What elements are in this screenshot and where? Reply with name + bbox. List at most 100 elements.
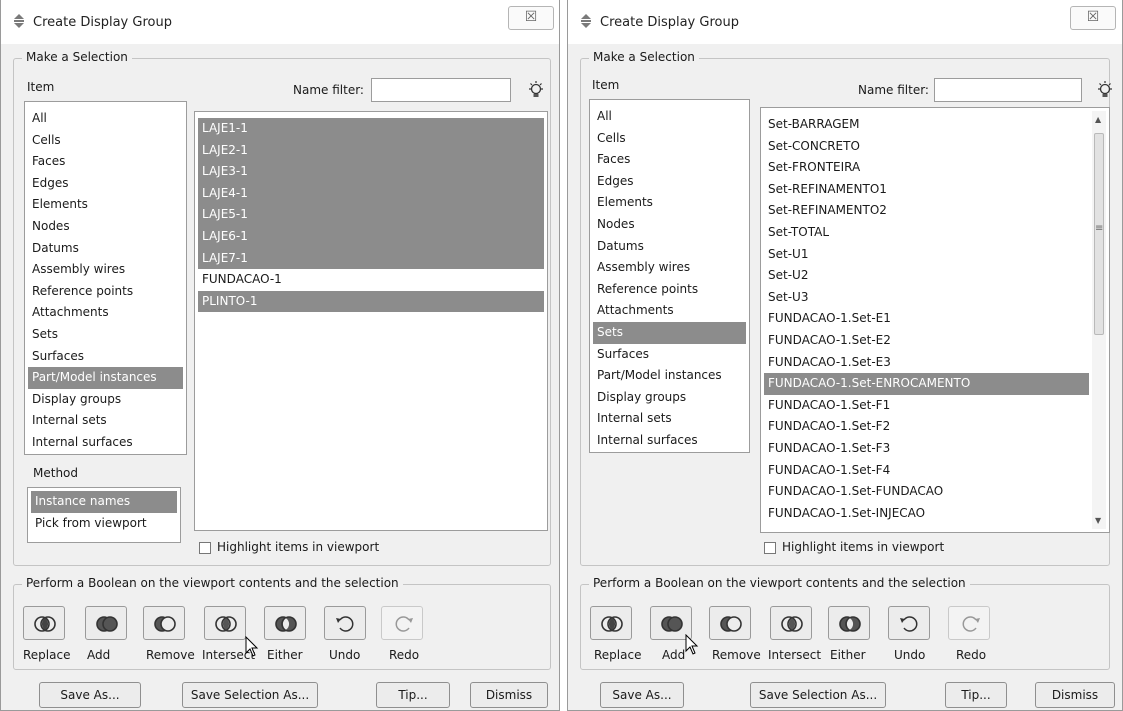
replace-button[interactable]: [23, 606, 65, 640]
item-display-groups[interactable]: Display groups: [28, 389, 183, 411]
name-set-fronteira[interactable]: Set-FRONTEIRA: [764, 157, 1089, 179]
name-set-refinamento1[interactable]: Set-REFINAMENTO1: [764, 179, 1089, 201]
item-edges[interactable]: Edges: [593, 171, 746, 193]
redo-button[interactable]: [381, 606, 423, 640]
name-set-u3[interactable]: Set-U3: [764, 287, 1089, 309]
remove-button[interactable]: [143, 606, 185, 640]
item-faces[interactable]: Faces: [28, 151, 183, 173]
name-set-refinamento2[interactable]: Set-REFINAMENTO2: [764, 200, 1089, 222]
scrollbar-thumb[interactable]: [1094, 133, 1104, 335]
either-button[interactable]: [828, 606, 870, 640]
item-list[interactable]: All Cells Faces Edges Elements Nodes Datums Ass…: [24, 101, 187, 455]
item-nodes[interactable]: Nodes: [28, 216, 183, 238]
either-button[interactable]: [264, 606, 306, 640]
redo-button[interactable]: [948, 606, 990, 640]
close-button[interactable]: ☒: [1070, 6, 1116, 30]
name-fundacao-1-set-f3[interactable]: FUNDACAO-1.Set-F3: [764, 438, 1089, 460]
name-set-total[interactable]: Set-TOTAL: [764, 222, 1089, 244]
item-cells[interactable]: Cells: [593, 128, 746, 150]
item-nodes[interactable]: Nodes: [593, 214, 746, 236]
item-surfaces[interactable]: Surfaces: [593, 344, 746, 366]
item-assembly-wires[interactable]: Assembly wires: [593, 257, 746, 279]
item-attachments[interactable]: Attachments: [28, 302, 183, 324]
item-part-model-instances[interactable]: Part/Model instances: [28, 367, 183, 389]
item-sets[interactable]: Sets: [593, 321, 746, 344]
item-all[interactable]: All: [593, 106, 746, 128]
item-list[interactable]: All Cells Faces Edges Elements Nodes Datums Ass…: [589, 99, 750, 453]
method-pick-from-viewport[interactable]: Pick from viewport: [31, 513, 177, 535]
name-fundacao-1-set-f1[interactable]: FUNDACAO-1.Set-F1: [764, 395, 1089, 417]
name-laje5-1[interactable]: LAJE5-1: [198, 204, 544, 226]
tip-button[interactable]: Tip...: [376, 682, 450, 708]
name-fundacao-1-set-enrocamento[interactable]: FUNDACAO-1.Set-ENROCAMENTO: [764, 373, 1089, 395]
name-fundacao-1-set-fundacao[interactable]: FUNDACAO-1.Set-FUNDACAO: [764, 481, 1089, 503]
item-cells[interactable]: Cells: [28, 130, 183, 152]
name-laje1-1[interactable]: LAJE1-1: [198, 118, 544, 140]
method-instance-names[interactable]: Instance names: [31, 491, 177, 513]
name-fundacao-1-set-e1[interactable]: FUNDACAO-1.Set-E1: [764, 308, 1089, 330]
item-internal-sets[interactable]: Internal sets: [28, 410, 183, 432]
item-surfaces[interactable]: Surfaces: [28, 346, 183, 368]
scroll-up-icon[interactable]: ▲: [1095, 115, 1101, 124]
lightbulb-icon[interactable]: [1096, 80, 1114, 102]
name-plinto-1[interactable]: PLINTO-1: [198, 290, 544, 313]
item-faces[interactable]: Faces: [593, 149, 746, 171]
save-selection-as-button[interactable]: Save Selection As...: [750, 682, 886, 708]
remove-button[interactable]: [709, 606, 751, 640]
name-laje4-1[interactable]: LAJE4-1: [198, 182, 544, 205]
highlight-checkbox[interactable]: [199, 542, 211, 554]
item-reference-points[interactable]: Reference points: [28, 281, 183, 303]
name-set-u2[interactable]: Set-U2: [764, 265, 1089, 287]
name-fundacao-1[interactable]: FUNDACAO-1: [198, 269, 544, 291]
intersect-button[interactable]: [204, 606, 246, 640]
name-fundacao-1-set-e2[interactable]: FUNDACAO-1.Set-E2: [764, 330, 1089, 352]
item-part-model-instances[interactable]: Part/Model instances: [593, 365, 746, 387]
name-laje6-1[interactable]: LAJE6-1: [198, 225, 544, 248]
add-button[interactable]: [85, 606, 127, 640]
name-list[interactable]: LAJE1-1 LAJE2-1 LAJE3-1 LAJE4-1 LAJE5-1 LAJE6…: [194, 111, 548, 531]
dismiss-button[interactable]: Dismiss: [1035, 682, 1115, 708]
name-fundacao-1-set-f4[interactable]: FUNDACAO-1.Set-F4: [764, 460, 1089, 482]
method-list[interactable]: Instance names Pick from viewport: [27, 487, 181, 543]
close-button[interactable]: ☒: [508, 6, 554, 30]
item-assembly-wires[interactable]: Assembly wires: [28, 259, 183, 281]
item-internal-surfaces[interactable]: Internal surfaces: [593, 430, 746, 452]
name-set-barragem[interactable]: Set-BARRAGEM: [764, 114, 1089, 136]
save-as-button[interactable]: Save As...: [600, 682, 684, 708]
scroll-down-icon[interactable]: ▼: [1095, 516, 1101, 525]
lightbulb-icon[interactable]: [527, 80, 545, 102]
undo-button[interactable]: [888, 606, 930, 640]
name-laje3-1[interactable]: LAJE3-1: [198, 161, 544, 183]
name-partial-row[interactable]: [764, 524, 1089, 532]
name-laje7-1[interactable]: LAJE7-1: [198, 247, 544, 270]
item-attachments[interactable]: Attachments: [593, 300, 746, 322]
replace-button[interactable]: [590, 606, 632, 640]
item-internal-sets[interactable]: Internal sets: [593, 408, 746, 430]
name-fundacao-1-set-injecao[interactable]: FUNDACAO-1.Set-INJECAO: [764, 503, 1089, 525]
highlight-checkbox[interactable]: [764, 542, 776, 554]
item-internal-surfaces[interactable]: Internal surfaces: [28, 432, 183, 454]
name-set-concreto[interactable]: Set-CONCRETO: [764, 136, 1089, 158]
item-edges[interactable]: Edges: [28, 173, 183, 195]
item-display-groups[interactable]: Display groups: [593, 387, 746, 409]
dismiss-button[interactable]: Dismiss: [470, 682, 548, 708]
name-list[interactable]: Set-BARRAGEM Set-CONCRETO Set-FRONTEIRA Set…: [760, 107, 1110, 533]
item-elements[interactable]: Elements: [28, 194, 183, 216]
item-sets[interactable]: Sets: [28, 324, 183, 346]
save-selection-as-button[interactable]: Save Selection As...: [182, 682, 318, 708]
item-all[interactable]: All: [28, 108, 183, 130]
intersect-button[interactable]: [770, 606, 812, 640]
name-laje2-1[interactable]: LAJE2-1: [198, 139, 544, 162]
name-filter-input[interactable]: [934, 78, 1082, 102]
tip-button[interactable]: Tip...: [945, 682, 1007, 708]
save-as-button[interactable]: Save As...: [39, 682, 141, 708]
item-datums[interactable]: Datums: [28, 238, 183, 260]
name-fundacao-1-set-e3[interactable]: FUNDACAO-1.Set-E3: [764, 352, 1089, 374]
item-datums[interactable]: Datums: [593, 236, 746, 258]
name-filter-input[interactable]: [371, 78, 511, 102]
name-list-scrollbar[interactable]: ▲ ≡ ▼: [1092, 111, 1106, 529]
undo-button[interactable]: [324, 606, 366, 640]
name-set-u1[interactable]: Set-U1: [764, 244, 1089, 266]
item-elements[interactable]: Elements: [593, 192, 746, 214]
item-reference-points[interactable]: Reference points: [593, 279, 746, 301]
